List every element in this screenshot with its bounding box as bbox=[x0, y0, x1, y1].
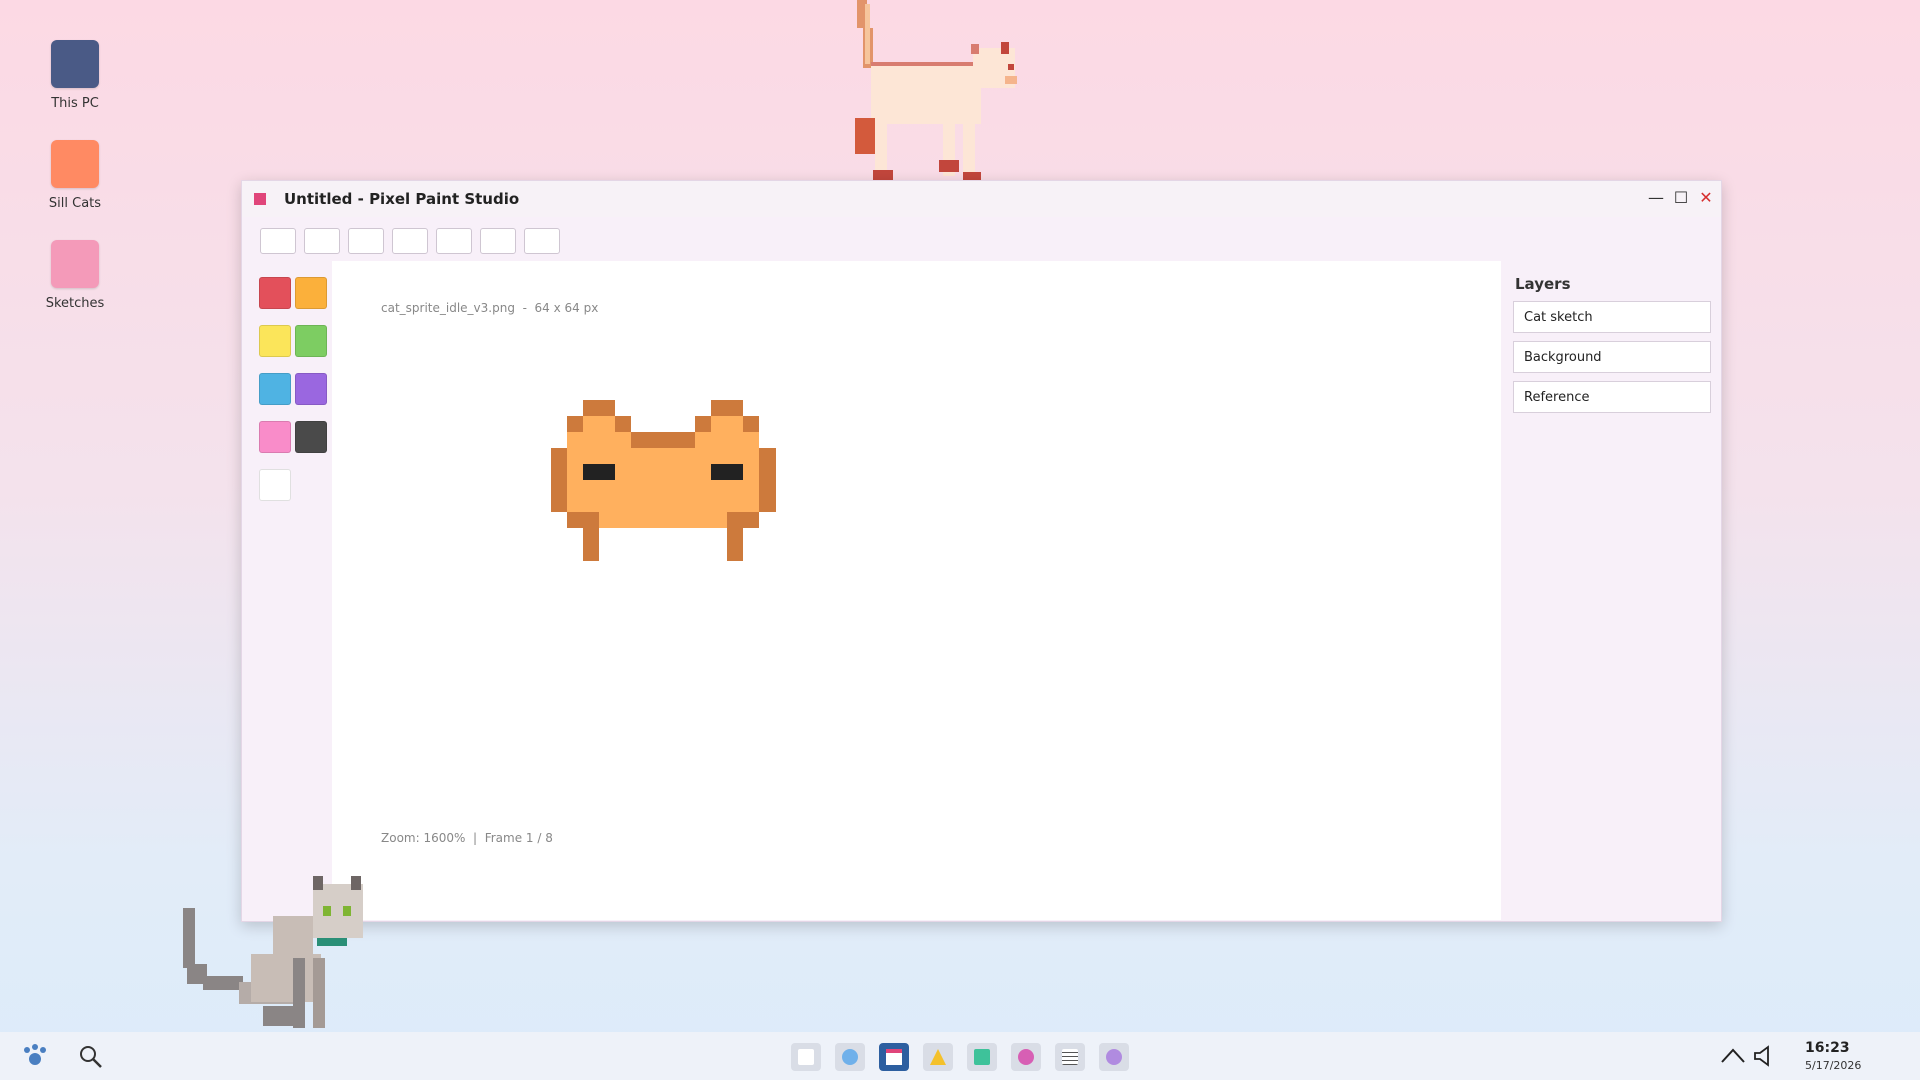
walking-cat-sprite bbox=[855, 0, 1017, 182]
desktop-icon-label: This PC bbox=[51, 96, 99, 111]
sitting-cat-sprite bbox=[183, 876, 363, 1028]
desktop-icon-label: Sketches bbox=[45, 296, 105, 311]
taskbar-app-browser[interactable] bbox=[835, 1043, 865, 1071]
desktop-icon-sketches[interactable]: Sketches bbox=[38, 240, 112, 311]
speaker-icon[interactable] bbox=[1752, 1044, 1776, 1068]
canvas-file-info: cat_sprite_idle_v3.png - 64 x 64 px bbox=[381, 301, 599, 315]
close-button[interactable]: ✕ bbox=[1693, 185, 1719, 211]
title-bar[interactable]: Untitled - Pixel Paint Studio — ☐ ✕ bbox=[242, 181, 1721, 217]
taskbar-app-green[interactable] bbox=[967, 1043, 997, 1071]
computer-icon bbox=[51, 40, 99, 88]
taskbar-app-window[interactable] bbox=[791, 1043, 821, 1071]
taskbar-app-notes[interactable] bbox=[1055, 1043, 1085, 1071]
color-swatch-white[interactable] bbox=[259, 469, 291, 501]
taskbar: 16:23 5/17/2026 bbox=[0, 1032, 1920, 1080]
layer-item-reference[interactable]: Reference bbox=[1513, 381, 1711, 413]
taskbar-app-calendar[interactable] bbox=[879, 1043, 909, 1071]
color-swatch-yellow[interactable] bbox=[259, 325, 291, 357]
window-title: Untitled - Pixel Paint Studio bbox=[284, 190, 520, 208]
app-icon bbox=[254, 193, 266, 205]
tool-button-2[interactable] bbox=[304, 228, 340, 254]
layer-item-cat-sketch[interactable]: Cat sketch bbox=[1513, 301, 1711, 333]
tool-button-3[interactable] bbox=[348, 228, 384, 254]
color-swatch-orange[interactable] bbox=[295, 277, 327, 309]
color-swatch-blue[interactable] bbox=[259, 373, 291, 405]
desktop-icon-sill-cats[interactable]: Sill Cats bbox=[38, 140, 112, 211]
search-icon[interactable] bbox=[78, 1044, 104, 1070]
chevron-up-icon[interactable] bbox=[1720, 1046, 1746, 1066]
tool-button-4[interactable] bbox=[392, 228, 428, 254]
tool-button-7[interactable] bbox=[524, 228, 560, 254]
layers-panel-title: Layers bbox=[1515, 275, 1571, 293]
color-swatch-green[interactable] bbox=[295, 325, 327, 357]
taskbar-app-pink[interactable] bbox=[1011, 1043, 1041, 1071]
canvas-status-bar: Zoom: 1600% | Frame 1 / 8 bbox=[381, 831, 553, 845]
maximize-button[interactable]: ☐ bbox=[1668, 185, 1694, 211]
minimize-button[interactable]: — bbox=[1643, 185, 1669, 211]
color-swatch-purple[interactable] bbox=[295, 373, 327, 405]
taskbar-app-warning[interactable] bbox=[923, 1043, 953, 1071]
clock-time[interactable]: 16:23 bbox=[1805, 1040, 1850, 1056]
start-paw-icon[interactable] bbox=[22, 1044, 52, 1068]
clock-date[interactable]: 5/17/2026 bbox=[1805, 1059, 1861, 1072]
tool-button-1[interactable] bbox=[260, 228, 296, 254]
drawing-canvas[interactable]: cat_sprite_idle_v3.png - 64 x 64 px Zoom… bbox=[332, 261, 1501, 920]
pixel-paint-window: Untitled - Pixel Paint Studio — ☐ ✕ cat_… bbox=[241, 180, 1722, 922]
color-swatch-red[interactable] bbox=[259, 277, 291, 309]
desktop-icon-this-pc[interactable]: This PC bbox=[38, 40, 112, 111]
cat-sprite-drawing bbox=[551, 400, 776, 561]
tool-button-6[interactable] bbox=[480, 228, 516, 254]
taskbar-app-purple[interactable] bbox=[1099, 1043, 1129, 1071]
tool-button-5[interactable] bbox=[436, 228, 472, 254]
desktop-icon-label: Sill Cats bbox=[48, 196, 102, 211]
color-swatch-dark-gray[interactable] bbox=[295, 421, 327, 453]
folder-icon bbox=[51, 240, 99, 288]
layer-item-background[interactable]: Background bbox=[1513, 341, 1711, 373]
color-swatch-pink[interactable] bbox=[259, 421, 291, 453]
folder-icon bbox=[51, 140, 99, 188]
